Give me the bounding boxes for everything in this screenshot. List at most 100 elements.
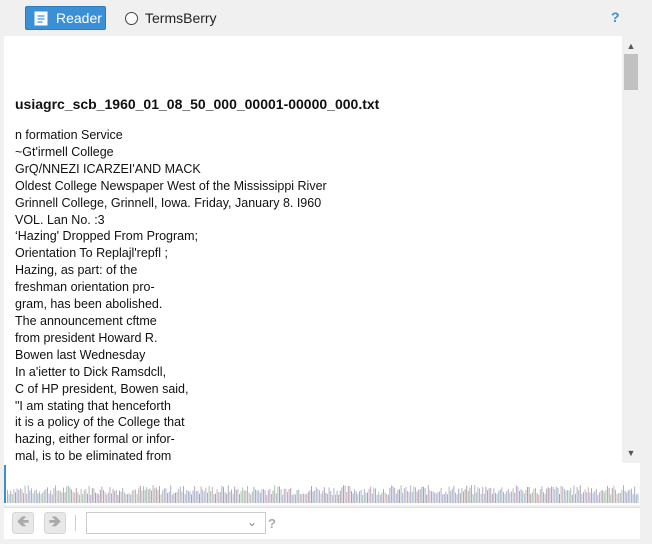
back-arrow-icon[interactable]: 🡸	[12, 512, 34, 534]
help-icon[interactable]: ?	[268, 516, 276, 531]
minimap-bar	[525, 489, 527, 503]
minimap-bar	[282, 494, 284, 503]
termsberry-radio[interactable]: TermsBerry	[125, 10, 217, 26]
minimap-bar	[269, 488, 271, 503]
minimap-bar	[363, 488, 365, 503]
minimap-bar	[154, 488, 156, 503]
minimap-bar	[95, 492, 96, 503]
scroll-up-icon[interactable]: ▲	[622, 38, 640, 54]
minimap-bar	[72, 491, 74, 503]
minimap-bar	[501, 487, 503, 503]
minimap-bar	[75, 488, 77, 503]
minimap-bar	[443, 494, 445, 503]
forward-arrow-icon[interactable]: 🡺	[44, 512, 66, 534]
minimap-bar	[527, 487, 528, 503]
minimap-bar	[338, 494, 340, 503]
minimap-bar	[26, 493, 28, 503]
minimap-bar	[307, 491, 309, 503]
minimap-bar	[599, 492, 600, 503]
minimap-bar	[181, 491, 183, 503]
minimap-bar	[435, 493, 437, 503]
minimap-bar	[219, 491, 221, 503]
text-line: freshman orientation pro-	[15, 280, 155, 295]
minimap-bar	[272, 490, 274, 503]
minimap-bar	[535, 488, 536, 503]
minimap-bar	[461, 487, 463, 503]
minimap-bar	[552, 487, 554, 503]
minimap-bar	[152, 485, 154, 503]
minimap-bar	[175, 492, 176, 503]
minimap-position-marker	[4, 465, 6, 503]
minimap-bar	[453, 485, 455, 503]
minimap-bar	[143, 486, 144, 503]
minimap-bar	[600, 490, 602, 503]
text-line: it is a policy of the College that	[15, 415, 185, 430]
minimap-bar	[375, 488, 376, 503]
minimap-bar	[27, 485, 29, 503]
minimap-bar	[567, 490, 568, 503]
minimap-bar	[162, 490, 164, 503]
minimap-bar	[383, 488, 384, 503]
minimap-bar	[115, 490, 117, 503]
reader-button[interactable]: Reader	[25, 6, 106, 30]
minimap-bar	[226, 493, 228, 503]
minimap-bar	[429, 490, 431, 503]
minimap-bar	[523, 493, 525, 503]
minimap-bar	[595, 488, 597, 503]
minimap-bar	[432, 491, 434, 503]
minimap-bar	[475, 492, 477, 503]
minimap-bar	[327, 494, 328, 503]
minimap-bar	[77, 492, 79, 503]
vertical-scrollbar[interactable]: ▲ ▼	[622, 36, 640, 463]
text-line: n formation Service	[15, 128, 123, 142]
minimap-bar	[579, 485, 581, 503]
minimap-bar	[10, 490, 12, 503]
minimap-bar	[407, 491, 408, 503]
minimap-bar	[248, 492, 250, 503]
scrollbar-thumb[interactable]	[624, 54, 638, 90]
minimap-bar	[232, 493, 234, 503]
minimap-bar	[607, 485, 608, 503]
minimap-bar	[515, 485, 517, 503]
minimap-bar	[199, 493, 200, 503]
minimap-bar	[410, 485, 412, 503]
dropdown-select[interactable]: ⌄	[86, 512, 266, 534]
minimap-bar	[34, 490, 36, 503]
minimap-bar	[119, 490, 120, 503]
minimap-bar	[594, 491, 596, 503]
minimap-bar	[85, 489, 87, 503]
text-line: GrQ/NNEZI ICARZEI'AND MACK	[15, 161, 201, 176]
minimap-bar	[583, 492, 584, 503]
minimap-bar	[637, 493, 639, 503]
minimap-bar	[507, 489, 509, 503]
text-line: Hazing, as part: of the	[15, 263, 138, 278]
minimap-bar	[87, 493, 88, 503]
minimap-bar	[59, 490, 61, 503]
minimap-bar	[530, 494, 532, 503]
minimap-bar	[187, 491, 189, 503]
minimap-bar	[424, 488, 426, 503]
minimap-bar	[93, 488, 95, 503]
minimap-bar	[578, 490, 580, 503]
minimap-bar	[339, 490, 341, 503]
minimap-bar	[120, 491, 122, 503]
document-minimap[interactable]	[4, 463, 640, 505]
minimap-bar	[619, 493, 621, 503]
minimap-bar	[250, 494, 252, 503]
minimap-bar	[359, 491, 360, 503]
text-line: "I am stating that henceforth	[15, 398, 171, 413]
minimap-bar	[16, 488, 18, 503]
minimap-bar	[514, 492, 516, 503]
minimap-bar	[504, 493, 506, 503]
text-line: from president Howard R.	[15, 330, 158, 345]
minimap-bar	[624, 490, 626, 503]
minimap-bar	[203, 491, 205, 503]
minimap-bar	[186, 490, 188, 503]
minimap-bar	[399, 489, 400, 503]
minimap-bar	[271, 494, 272, 503]
help-button[interactable]: ?	[611, 9, 620, 25]
radio-circle-icon[interactable]	[125, 11, 138, 25]
scroll-down-icon[interactable]: ▼	[622, 445, 640, 461]
minimap-bar	[165, 488, 167, 503]
minimap-bar	[37, 493, 39, 503]
